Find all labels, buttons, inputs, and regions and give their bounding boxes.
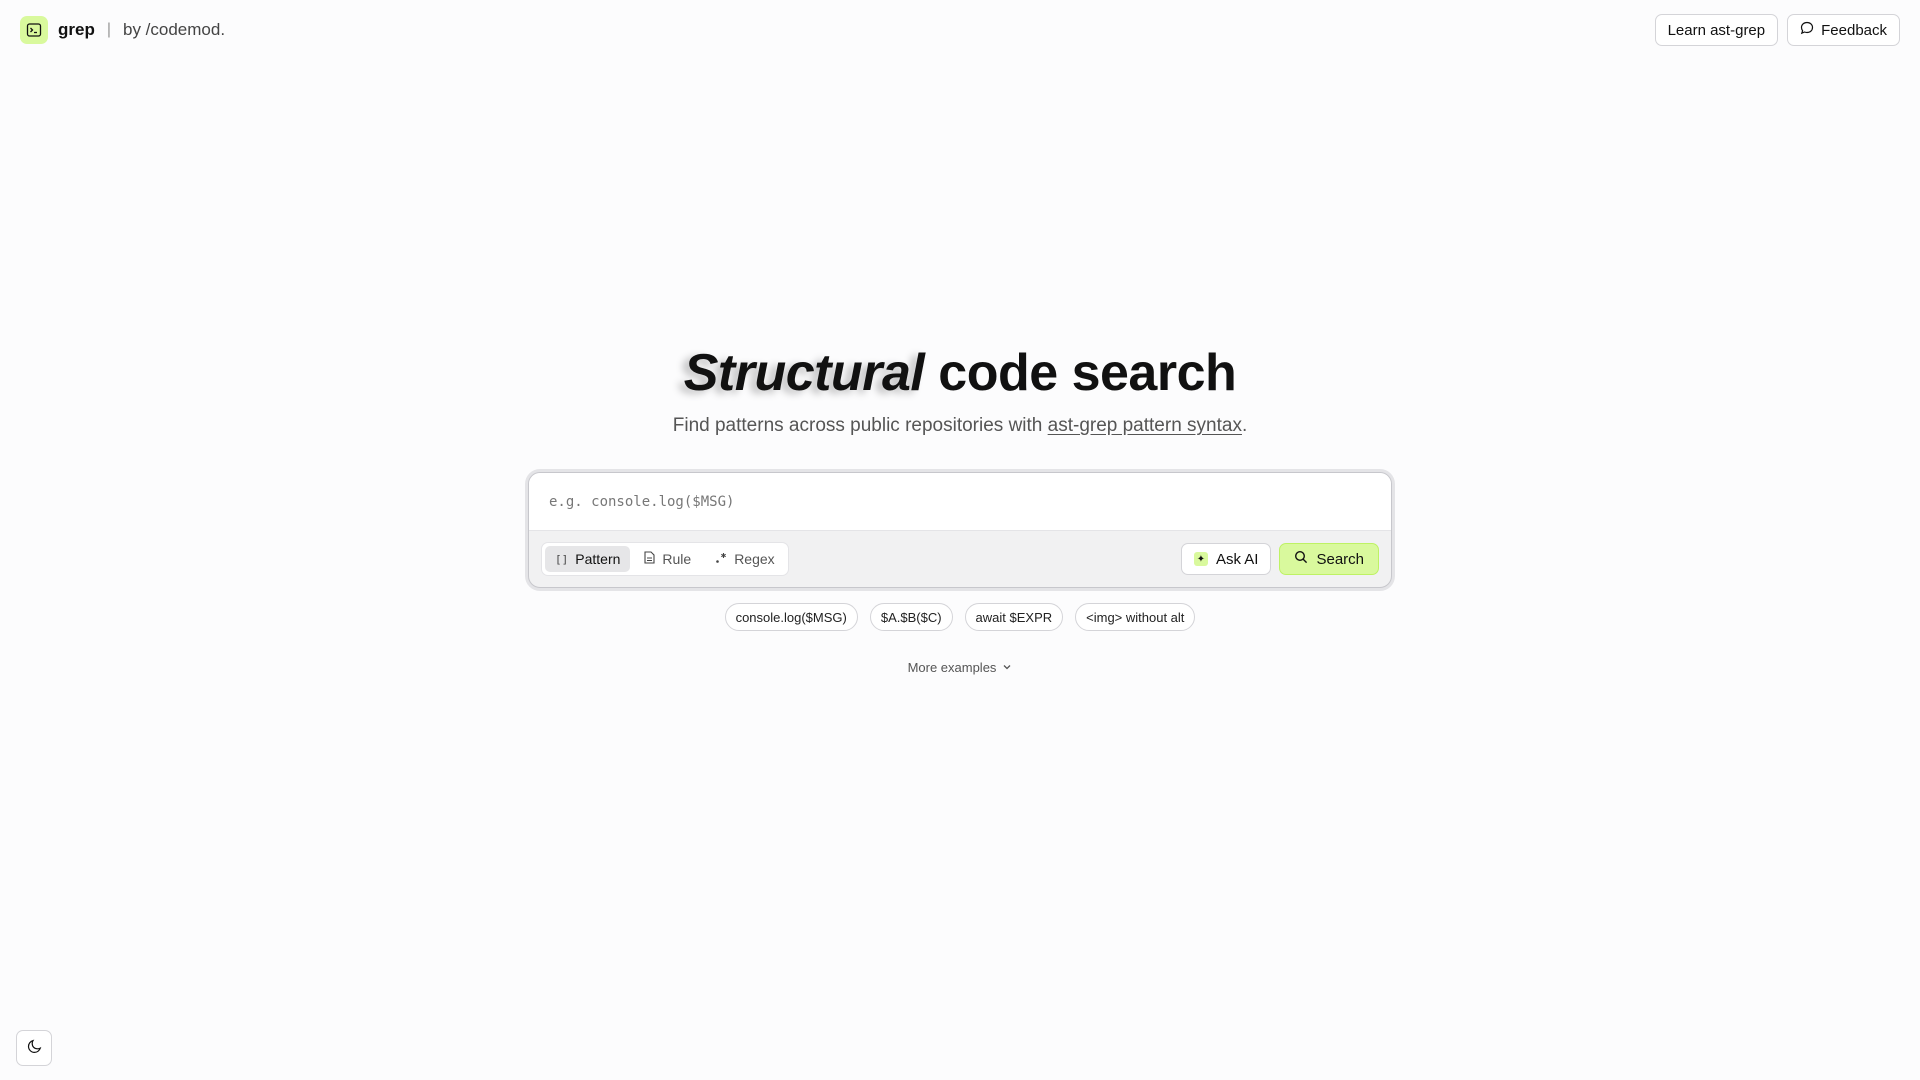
- codemod-logo: by /codemod.: [123, 20, 226, 39]
- search-box: [] Pattern Rule Regex ✦ Ask AI Search: [528, 472, 1392, 588]
- page-title: Structural code search: [0, 340, 1920, 406]
- feedback-button[interactable]: Feedback: [1787, 14, 1900, 46]
- title-rest: code search: [924, 344, 1237, 402]
- subtitle-text: Find patterns across public repositories…: [672, 415, 1048, 436]
- mode-label: Regex: [734, 551, 775, 567]
- title-emphasis: Structural: [683, 344, 925, 402]
- mode-label: Rule: [662, 551, 692, 567]
- tab-rule[interactable]: Rule: [634, 546, 701, 572]
- more-examples-toggle[interactable]: More examples: [0, 660, 1920, 675]
- mode-label: Pattern: [575, 551, 621, 567]
- example-chip[interactable]: $A.$B($C): [869, 603, 953, 631]
- search-button[interactable]: Search: [1279, 543, 1379, 575]
- subtitle: Find patterns across public repositories…: [0, 415, 1920, 437]
- top-bar: grep | by /codemod. Learn ast-grep Feedb…: [0, 0, 1920, 60]
- hero: Structural code search Find patterns acr…: [0, 340, 1920, 437]
- file-icon: [644, 551, 655, 567]
- mode-selector: [] Pattern Rule Regex: [541, 542, 789, 576]
- header-actions: Learn ast-grep Feedback: [1654, 14, 1900, 46]
- brand-separator: |: [106, 21, 111, 38]
- example-chips: console.log($MSG) $A.$B($C) await $EXPR …: [0, 603, 1920, 631]
- ask-ai-button[interactable]: ✦ Ask AI: [1180, 543, 1272, 575]
- brackets-icon: []: [555, 552, 569, 566]
- sparkle-icon: ✦: [1193, 552, 1208, 566]
- moon-icon: [27, 1039, 42, 1057]
- feedback-label: Feedback: [1821, 21, 1887, 39]
- more-examples-label: More examples: [907, 660, 997, 675]
- ask-ai-label: Ask AI: [1215, 550, 1259, 568]
- search-label: Search: [1316, 550, 1364, 568]
- search-input[interactable]: [529, 473, 1391, 531]
- tab-pattern[interactable]: [] Pattern: [545, 546, 631, 572]
- subtitle-end: .: [1241, 415, 1248, 436]
- example-chip[interactable]: await $EXPR: [964, 603, 1064, 631]
- search-controls: [] Pattern Rule Regex ✦ Ask AI Search: [529, 531, 1391, 587]
- tab-regex[interactable]: Regex: [705, 546, 784, 572]
- example-chip[interactable]: console.log($MSG): [724, 603, 858, 631]
- learn-ast-grep-button[interactable]: Learn ast-grep: [1654, 14, 1779, 46]
- brand-name: grep: [58, 20, 95, 39]
- search-actions: ✦ Ask AI Search: [1180, 543, 1379, 575]
- chat-bubble-icon: [1800, 21, 1814, 39]
- regex-icon: [715, 551, 727, 567]
- theme-toggle-button[interactable]: [16, 1030, 52, 1066]
- example-chip[interactable]: <img> without alt: [1075, 603, 1196, 631]
- brand[interactable]: grep | by /codemod.: [20, 16, 225, 44]
- search-icon: [1294, 550, 1308, 568]
- learn-label: Learn ast-grep: [1667, 21, 1766, 39]
- terminal-icon: [20, 16, 48, 44]
- pattern-syntax-link[interactable]: ast-grep pattern syntax: [1048, 415, 1242, 436]
- chevron-down-icon: [1002, 660, 1012, 675]
